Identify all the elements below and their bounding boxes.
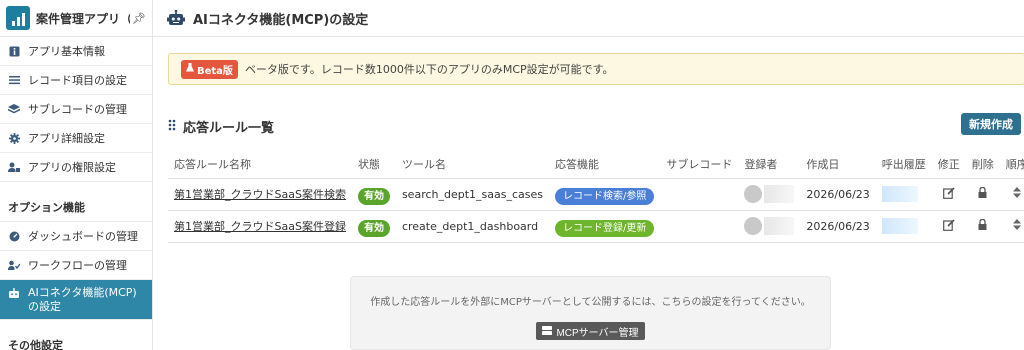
sidebar-item-label: アプリ詳細設定 bbox=[28, 132, 105, 145]
info-icon bbox=[8, 45, 20, 57]
mcp-button-label: MCPサーバー管理 bbox=[556, 327, 639, 339]
beta-notice: Beta版 ベータ版です。レコード数1000件以下のアプリのみMCP設定が可能で… bbox=[168, 53, 1024, 85]
table-header-row: 応答ルール名称 状態 ツール名 応答機能 サブレコード 登録者 作成日 呼出履歴… bbox=[168, 150, 1024, 179]
flask-icon bbox=[186, 63, 194, 75]
registrant-name-redacted bbox=[764, 185, 795, 203]
table-row: 第1営業部_クラウドSaaS案件検索 有効 search_dept1_saas_… bbox=[168, 178, 1024, 211]
rules-section-title: 応答ルール一覧 bbox=[168, 117, 274, 136]
pin-icon[interactable]: 📌︎ bbox=[132, 12, 146, 25]
list-icon bbox=[8, 74, 20, 86]
avatar bbox=[744, 217, 763, 235]
sidebar-item-ai-connector[interactable]: AIコネクタ機能(MCP)の設定 bbox=[0, 280, 152, 320]
rules-table: 応答ルール名称 状態 ツール名 応答機能 サブレコード 登録者 作成日 呼出履歴… bbox=[168, 150, 1024, 243]
col-registrant: 登録者 bbox=[738, 150, 801, 179]
col-subrecord: サブレコード bbox=[660, 150, 739, 179]
page-header: AIコネクタ機能(MCP)の設定 bbox=[153, 0, 1024, 37]
lock-icon[interactable] bbox=[978, 186, 987, 201]
col-function: 応答機能 bbox=[549, 150, 661, 179]
edit-icon[interactable] bbox=[942, 186, 955, 202]
beta-notice-text: ベータ版です。レコード数1000件以下のアプリのみMCP設定が可能です。 bbox=[244, 63, 614, 76]
tool-name: search_dept1_saas_cases bbox=[395, 178, 549, 211]
app-logo-icon bbox=[6, 6, 30, 30]
col-edit: 修正 bbox=[931, 150, 966, 179]
sidebar: 案件管理アプリ（第· 📌︎ アプリ基本情報 レコード項目の設定 サブレコードの管… bbox=[0, 0, 153, 350]
sidebar-section-other: その他設定 bbox=[0, 330, 152, 350]
rule-name-link[interactable]: 第1営業部_クラウドSaaS案件検索 bbox=[174, 188, 346, 201]
sidebar-header: 案件管理アプリ（第· 📌︎ bbox=[0, 0, 152, 37]
rules-section-label: 応答ルール一覧 bbox=[183, 121, 275, 136]
sidebar-item-label: ワークフローの管理 bbox=[28, 259, 127, 272]
call-history-link[interactable] bbox=[881, 218, 918, 234]
sidebar-section-options: オプション機能 bbox=[0, 192, 152, 222]
sidebar-item-label: AIコネクタ機能(MCP)の設定 bbox=[28, 286, 137, 313]
grip-icon bbox=[168, 119, 176, 134]
function-badge: レコード登録/更新 bbox=[555, 219, 655, 237]
mcp-server-manage-button[interactable]: MCPサーバー管理 bbox=[536, 322, 645, 340]
sidebar-item-label: アプリ基本情報 bbox=[28, 45, 105, 58]
beta-badge-label: Beta版 bbox=[197, 65, 233, 77]
edit-icon[interactable] bbox=[942, 218, 955, 234]
sidebar-item-label: レコード項目の設定 bbox=[28, 74, 127, 87]
sidebar-item-record-fields[interactable]: レコード項目の設定 bbox=[0, 66, 152, 95]
subrecord-cell bbox=[660, 210, 739, 243]
sort-icon[interactable] bbox=[1012, 187, 1021, 201]
col-order: 順序 bbox=[999, 150, 1024, 179]
new-rule-button[interactable]: 新規作成 bbox=[961, 113, 1021, 135]
registrant-cell bbox=[738, 210, 801, 243]
sidebar-item-app-info[interactable]: アプリ基本情報 bbox=[0, 37, 152, 66]
col-tool-name: ツール名 bbox=[395, 150, 549, 179]
table-row: 第1営業部_クラウドSaaS案件登録 有効 create_dept1_dashb… bbox=[168, 210, 1024, 243]
sidebar-item-dashboard[interactable]: ダッシュボードの管理 bbox=[0, 222, 152, 251]
dashboard-icon bbox=[8, 230, 20, 242]
registrant-name-redacted bbox=[764, 217, 795, 235]
beta-badge: Beta版 bbox=[181, 59, 238, 79]
avatar bbox=[744, 185, 763, 203]
user-lock-icon bbox=[8, 161, 20, 173]
status-badge: 有効 bbox=[357, 219, 390, 237]
created-date: 2026/06/23 bbox=[800, 178, 876, 211]
page-title: AIコネクタ機能(MCP)の設定 bbox=[193, 12, 369, 28]
col-status: 状態 bbox=[351, 150, 396, 179]
function-badge: レコード検索/参照 bbox=[555, 187, 655, 205]
sidebar-item-workflow[interactable]: ワークフローの管理 bbox=[0, 251, 152, 280]
col-created: 作成日 bbox=[800, 150, 876, 179]
sidebar-item-label: ダッシュボードの管理 bbox=[28, 230, 138, 243]
col-history: 呼出履歴 bbox=[875, 150, 932, 179]
server-icon bbox=[542, 325, 553, 337]
sort-icon[interactable] bbox=[1012, 219, 1021, 233]
call-history-link[interactable] bbox=[881, 186, 918, 202]
layers-icon bbox=[8, 103, 20, 115]
gear-icon bbox=[8, 132, 20, 144]
sidebar-item-subrecords[interactable]: サブレコードの管理 bbox=[0, 95, 152, 124]
rule-name-link[interactable]: 第1営業部_クラウドSaaS案件登録 bbox=[174, 220, 346, 233]
sidebar-item-permissions[interactable]: アプリの権限設定 bbox=[0, 153, 152, 182]
registrant-cell bbox=[738, 178, 801, 211]
mcp-info-text: 作成した応答ルールを外部にMCPサーバーとして公開するには、こちらの設定を行って… bbox=[370, 297, 811, 308]
col-rule-name: 応答ルール名称 bbox=[168, 150, 352, 179]
sidebar-item-app-details[interactable]: アプリ詳細設定 bbox=[0, 124, 152, 153]
main-content: AIコネクタ機能(MCP)の設定 Beta版 ベータ版です。レコード数1000件… bbox=[153, 0, 1024, 350]
sidebar-item-label: アプリの権限設定 bbox=[28, 161, 116, 174]
lock-icon[interactable] bbox=[978, 218, 987, 233]
col-delete: 削除 bbox=[965, 150, 1000, 179]
workflow-icon bbox=[8, 259, 20, 271]
mcp-server-info: 作成した応答ルールを外部にMCPサーバーとして公開するには、こちらの設定を行って… bbox=[350, 276, 831, 350]
robot-icon bbox=[8, 287, 20, 299]
tool-name: create_dept1_dashboard bbox=[395, 210, 549, 243]
sidebar-item-label: サブレコードの管理 bbox=[28, 103, 127, 116]
created-date: 2026/06/23 bbox=[800, 210, 876, 243]
subrecord-cell bbox=[660, 178, 739, 211]
robot-icon bbox=[167, 9, 185, 26]
app-title: 案件管理アプリ（第· bbox=[36, 11, 130, 26]
status-badge: 有効 bbox=[357, 187, 390, 205]
